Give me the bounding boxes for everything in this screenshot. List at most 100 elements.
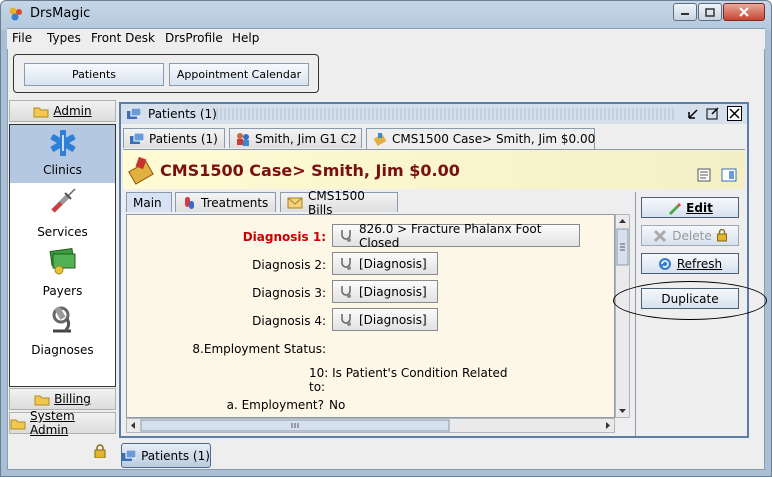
edit-label: Edit (686, 200, 713, 215)
delete-x-icon (653, 229, 667, 243)
diagnosis-4-value: [Diagnosis] (359, 312, 427, 327)
window-stack-icon (130, 132, 144, 145)
main-toolbar: Patients Appointment Calendar (13, 54, 319, 93)
nav-item-label: Payers (42, 284, 83, 298)
patients-button[interactable]: Patients (24, 63, 164, 86)
subtab-label: Treatments (201, 195, 269, 210)
title-drag-grip[interactable] (216, 108, 676, 120)
subtab-main[interactable]: Main (126, 192, 172, 212)
nav-section-admin[interactable]: Admin (9, 100, 116, 122)
employment-question-label: a. Employment? (226, 398, 324, 412)
restore-icon (705, 7, 715, 17)
menu-drsprofile[interactable]: DrsProfile (165, 31, 223, 45)
diagnosis-2-button[interactable]: [Diagnosis] (332, 252, 438, 275)
nav-panel: Clinics Services Payers Diagnoses (9, 124, 116, 387)
microscope-icon (47, 303, 79, 335)
window-stack-icon (122, 449, 137, 462)
diagnosis-2-value: [Diagnosis] (359, 256, 427, 271)
appointment-calendar-button[interactable]: Appointment Calendar (169, 63, 309, 86)
close-button[interactable] (723, 3, 765, 21)
nav-section-system-admin[interactable]: System Admin (9, 409, 116, 437)
folder-icon (10, 417, 26, 430)
nav-section-label: Admin (53, 104, 92, 118)
refresh-button[interactable]: Refresh (641, 253, 739, 274)
window-stack-icon (127, 108, 141, 120)
diagnosis-1-label: Diagnosis 1: (242, 230, 326, 244)
subtab-label: CMS1500 Bills (308, 188, 365, 217)
document-icon[interactable] (697, 168, 711, 182)
close-icon (739, 7, 749, 17)
horizontal-scrollbar[interactable] (126, 418, 615, 433)
drsmagic-logo-icon (8, 6, 24, 22)
minimize-button[interactable] (673, 3, 697, 21)
vertical-scrollbar[interactable] (615, 214, 630, 418)
condition-related-label: 10: Is Patient's Condition Related to: (309, 366, 508, 394)
lock-icon (716, 229, 727, 242)
title-bar: DrsMagic (0, 0, 772, 28)
subtab-treatments[interactable]: Treatments (175, 192, 276, 212)
nav-item-label: Diagnoses (31, 343, 94, 357)
diagnosis-3-label: Diagnosis 3: (252, 286, 326, 300)
diagnosis-1-button[interactable]: 826.0 > Fracture Phalanx Foot Closed (332, 222, 580, 250)
nav-item-label: Services (37, 225, 88, 239)
envelope-icon (287, 197, 303, 209)
panel-layout-icon[interactable] (721, 168, 737, 182)
nav-item-clinics[interactable]: Clinics (10, 125, 115, 183)
diagnosis-3-value: [Diagnosis] (359, 284, 427, 299)
internal-frame-title: Patients (1) (148, 107, 217, 121)
tab-label: CMS1500 Case> Smith, Jim $0.00 (392, 132, 596, 146)
stethoscope-icon (339, 229, 353, 243)
diagnosis-4-label: Diagnosis 4: (252, 314, 326, 328)
nav-item-diagnoses[interactable]: Diagnoses (10, 303, 115, 361)
maximize-button[interactable] (698, 3, 722, 21)
case-icon (373, 132, 387, 146)
minimize-icon (681, 13, 689, 15)
nav-section-billing[interactable]: Billing (9, 388, 116, 410)
clinic-star-of-life-icon (47, 125, 79, 157)
menu-file[interactable]: File (12, 31, 32, 45)
menu-front-desk[interactable]: Front Desk (91, 31, 155, 45)
close-icon[interactable] (727, 106, 743, 122)
pills-icon (182, 196, 196, 210)
tab-label: Patients (1) (149, 131, 218, 146)
employment-status-label: 8.Employment Status: (192, 342, 326, 356)
window-title: DrsMagic (30, 6, 91, 21)
nav-item-payers[interactable]: Payers (10, 244, 115, 302)
diagnosis-4-button[interactable]: [Diagnosis] (332, 308, 438, 331)
money-icon (47, 244, 79, 276)
tab-label: Smith, Jim G1 C2 (255, 131, 357, 146)
edit-button[interactable]: Edit (641, 197, 739, 218)
lock-icon[interactable] (94, 444, 106, 458)
menu-help[interactable]: Help (232, 31, 259, 45)
people-icon (236, 132, 250, 146)
taskbar-patients-button[interactable]: Patients (1) (121, 443, 211, 468)
nav-section-label: Billing (54, 392, 91, 406)
nav-section-label: System Admin (30, 409, 75, 437)
subtab-cms1500-bills[interactable]: CMS1500 Bills (280, 189, 398, 217)
case-header-title: CMS1500 Case> Smith, Jim $0.00 (160, 161, 460, 180)
case-main-form: Diagnosis 1: 826.0 > Fracture Phalanx Fo… (126, 214, 615, 418)
delete-button[interactable]: Delete (641, 225, 739, 246)
menu-types[interactable]: Types (47, 31, 81, 45)
diagnosis-2-label: Diagnosis 2: (252, 258, 326, 272)
tab-patient-smith[interactable]: Smith, Jim G1 C2 (229, 128, 362, 148)
refresh-label: Refresh (676, 256, 723, 271)
refresh-icon (658, 257, 672, 271)
nav-item-services[interactable]: Services (10, 185, 115, 243)
employment-value: No (329, 398, 346, 412)
taskbar-label: Patients (1) (141, 448, 210, 463)
maximize-icon[interactable] (706, 106, 720, 120)
stethoscope-icon (339, 285, 353, 299)
delete-label: Delete (672, 228, 712, 243)
stethoscope-icon (339, 313, 353, 327)
syringe-icon (47, 185, 79, 217)
minimize-icon[interactable] (687, 106, 701, 120)
tab-patients[interactable]: Patients (1) (123, 128, 225, 148)
tab-cms1500-case[interactable]: CMS1500 Case> Smith, Jim $0.00 (366, 128, 595, 149)
annotation-ellipse (613, 281, 767, 320)
pencil-icon (667, 201, 682, 215)
diagnosis-3-button[interactable]: [Diagnosis] (332, 280, 438, 303)
folder-icon (33, 105, 49, 118)
frame-tab-strip: Patients (1) Smith, Jim G1 C2 CMS1500 Ca… (123, 128, 745, 149)
stethoscope-icon (339, 257, 353, 271)
